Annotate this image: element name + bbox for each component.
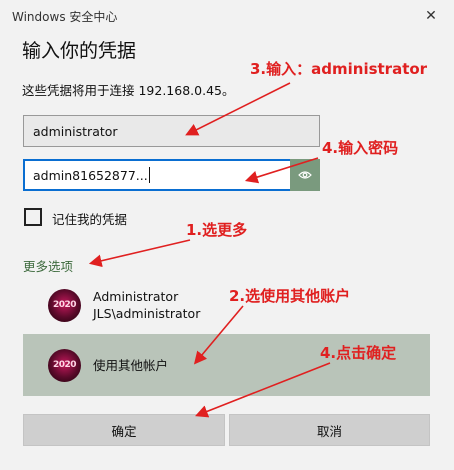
app-title: Windows 安全中心 (12, 10, 118, 24)
cancel-button[interactable]: 取消 (229, 414, 430, 446)
password-value: admin81652877... (33, 167, 148, 183)
account-detail: JLS\administrator (93, 306, 201, 321)
more-options-link[interactable]: 更多选项 (23, 256, 73, 275)
account-name: Administrator (93, 289, 179, 304)
title-bar: Windows 安全中心 ✕ (0, 0, 454, 32)
account-text: 使用其他帐户 (93, 357, 168, 374)
eye-icon (298, 171, 312, 179)
avatar: 2020 (48, 348, 81, 382)
account-administrator[interactable]: 2020 Administrator JLS\administrator (23, 282, 430, 328)
annotation-step-more: 1.选更多 (186, 221, 248, 239)
dialog-heading: 输入你的凭据 (22, 40, 137, 62)
account-text: Administrator JLS\administrator (93, 288, 200, 322)
avatar-text: 2020 (52, 360, 77, 370)
ok-button[interactable]: 确定 (23, 414, 225, 446)
annotation-step-username: 3.输入：administrator (250, 60, 428, 78)
avatar-text: 2020 (52, 300, 77, 310)
password-field[interactable]: admin81652877... (23, 159, 320, 191)
close-icon: ✕ (425, 8, 437, 24)
annotation-step-password: 4.输入密码 (322, 139, 399, 157)
arrow-more (88, 239, 191, 268)
avatar: 2020 (48, 288, 81, 322)
remember-label: 记住我的凭据 (52, 212, 128, 227)
username-value: administrator (33, 124, 118, 139)
reveal-password-button[interactable] (290, 159, 320, 191)
annotation-step-other: 2.选使用其他账户 (229, 287, 351, 305)
remember-checkbox[interactable] (24, 208, 42, 226)
text-caret (148, 167, 150, 183)
connection-description: 这些凭据将用于连接 192.168.0.45。 (22, 83, 235, 98)
account-name: 使用其他帐户 (93, 357, 169, 373)
annotation-step-ok: 4.点击确定 (320, 344, 397, 362)
username-field[interactable]: administrator (23, 115, 320, 147)
close-button[interactable]: ✕ (408, 0, 454, 32)
